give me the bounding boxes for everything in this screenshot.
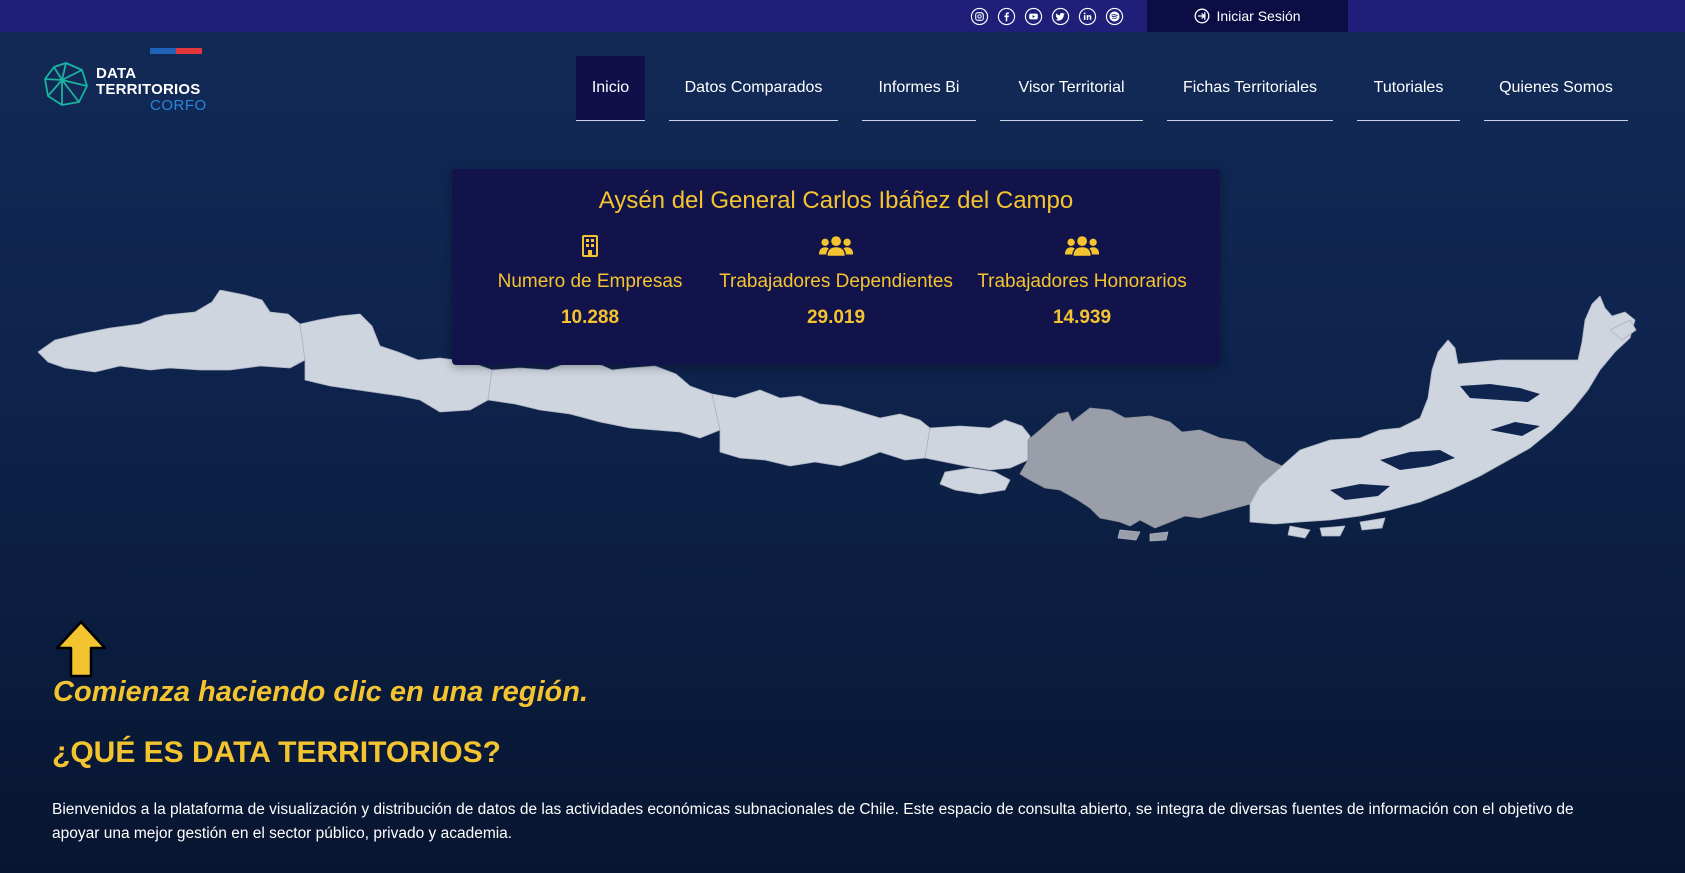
login-label: Iniciar Sesión xyxy=(1216,8,1301,24)
login-button[interactable]: Iniciar Sesión xyxy=(1147,0,1348,32)
stat-numero-empresas: Numero de Empresas 10.288 xyxy=(465,233,715,329)
map-region-south-1[interactable] xyxy=(924,419,1031,471)
flag-stripe-blue xyxy=(150,48,176,54)
nav-item-informes-bi[interactable]: Informes Bi xyxy=(862,56,976,121)
flag-stripe-red xyxy=(176,48,202,54)
spotify-icon[interactable] xyxy=(1103,5,1125,27)
nav-item-tutoriales[interactable]: Tutoriales xyxy=(1357,56,1460,121)
section-heading: ¿QUÉ ES DATA TERRITORIOS? xyxy=(52,736,501,769)
social-links xyxy=(968,5,1125,27)
nav-item-fichas-territoriales[interactable]: Fichas Territoriales xyxy=(1167,56,1333,121)
map-island xyxy=(1319,525,1346,537)
map-island xyxy=(1359,517,1386,531)
map-island-chiloe[interactable] xyxy=(939,467,1011,495)
map-island xyxy=(1287,525,1311,539)
nav-item-datos-comparados[interactable]: Datos Comparados xyxy=(669,56,838,121)
youtube-icon[interactable] xyxy=(1022,5,1044,27)
linkedin-icon[interactable] xyxy=(1076,5,1098,27)
users-icon xyxy=(1064,236,1100,256)
cta-click-region: Comienza haciendo clic en una región. xyxy=(53,676,588,708)
stat-trabajadores-dependientes: Trabajadores Dependientes 29.019 xyxy=(711,233,961,329)
login-icon xyxy=(1195,8,1210,24)
nav-item-quienes-somos[interactable]: Quienes Somos xyxy=(1484,56,1628,121)
map-island xyxy=(1149,531,1169,542)
arrow-up-icon xyxy=(55,620,107,678)
stat-value: 14.939 xyxy=(1052,307,1112,328)
logo-text-data: DATA xyxy=(96,65,137,82)
region-info-card: Aysén del General Carlos Ibáñez del Camp… xyxy=(452,169,1220,365)
region-title: Aysén del General Carlos Ibáñez del Camp… xyxy=(598,187,1074,214)
map-region-central-2[interactable] xyxy=(711,389,931,467)
map-region-north-1[interactable] xyxy=(37,290,306,373)
intro-paragraph: Bienvenidos a la plataforma de visualiza… xyxy=(52,801,1574,842)
logo-text-corfo: CORFO xyxy=(150,97,207,114)
stat-trabajadores-honorarios: Trabajadores Honorarios 14.939 xyxy=(957,233,1207,329)
stat-label: Trabajadores Honorarios xyxy=(977,271,1187,292)
users-icon xyxy=(818,236,854,256)
stat-value: 10.288 xyxy=(560,307,620,328)
stat-value: 29.019 xyxy=(806,307,866,328)
globe-network-icon xyxy=(44,62,88,106)
facebook-icon[interactable] xyxy=(995,5,1017,27)
building-icon xyxy=(582,235,598,257)
instagram-icon[interactable] xyxy=(968,5,990,27)
map-region-aysen-selected[interactable] xyxy=(1019,407,1283,529)
top-bar: Iniciar Sesión xyxy=(0,0,1685,32)
stat-label: Numero de Empresas xyxy=(497,271,683,292)
map-region-central-1[interactable] xyxy=(487,359,721,439)
stat-label: Trabajadores Dependientes xyxy=(719,271,953,292)
map-region-magallanes[interactable] xyxy=(1249,295,1636,525)
nav-item-inicio[interactable]: Inicio xyxy=(576,56,645,121)
nav-item-visor-territorial[interactable]: Visor Territorial xyxy=(1000,56,1143,121)
data-territorios-logo[interactable]: DATA TERRITORIOS CORFO xyxy=(42,46,222,120)
logo-text-territorios: TERRITORIOS xyxy=(96,81,201,98)
twitter-icon[interactable] xyxy=(1049,5,1071,27)
map-island xyxy=(1117,529,1141,541)
